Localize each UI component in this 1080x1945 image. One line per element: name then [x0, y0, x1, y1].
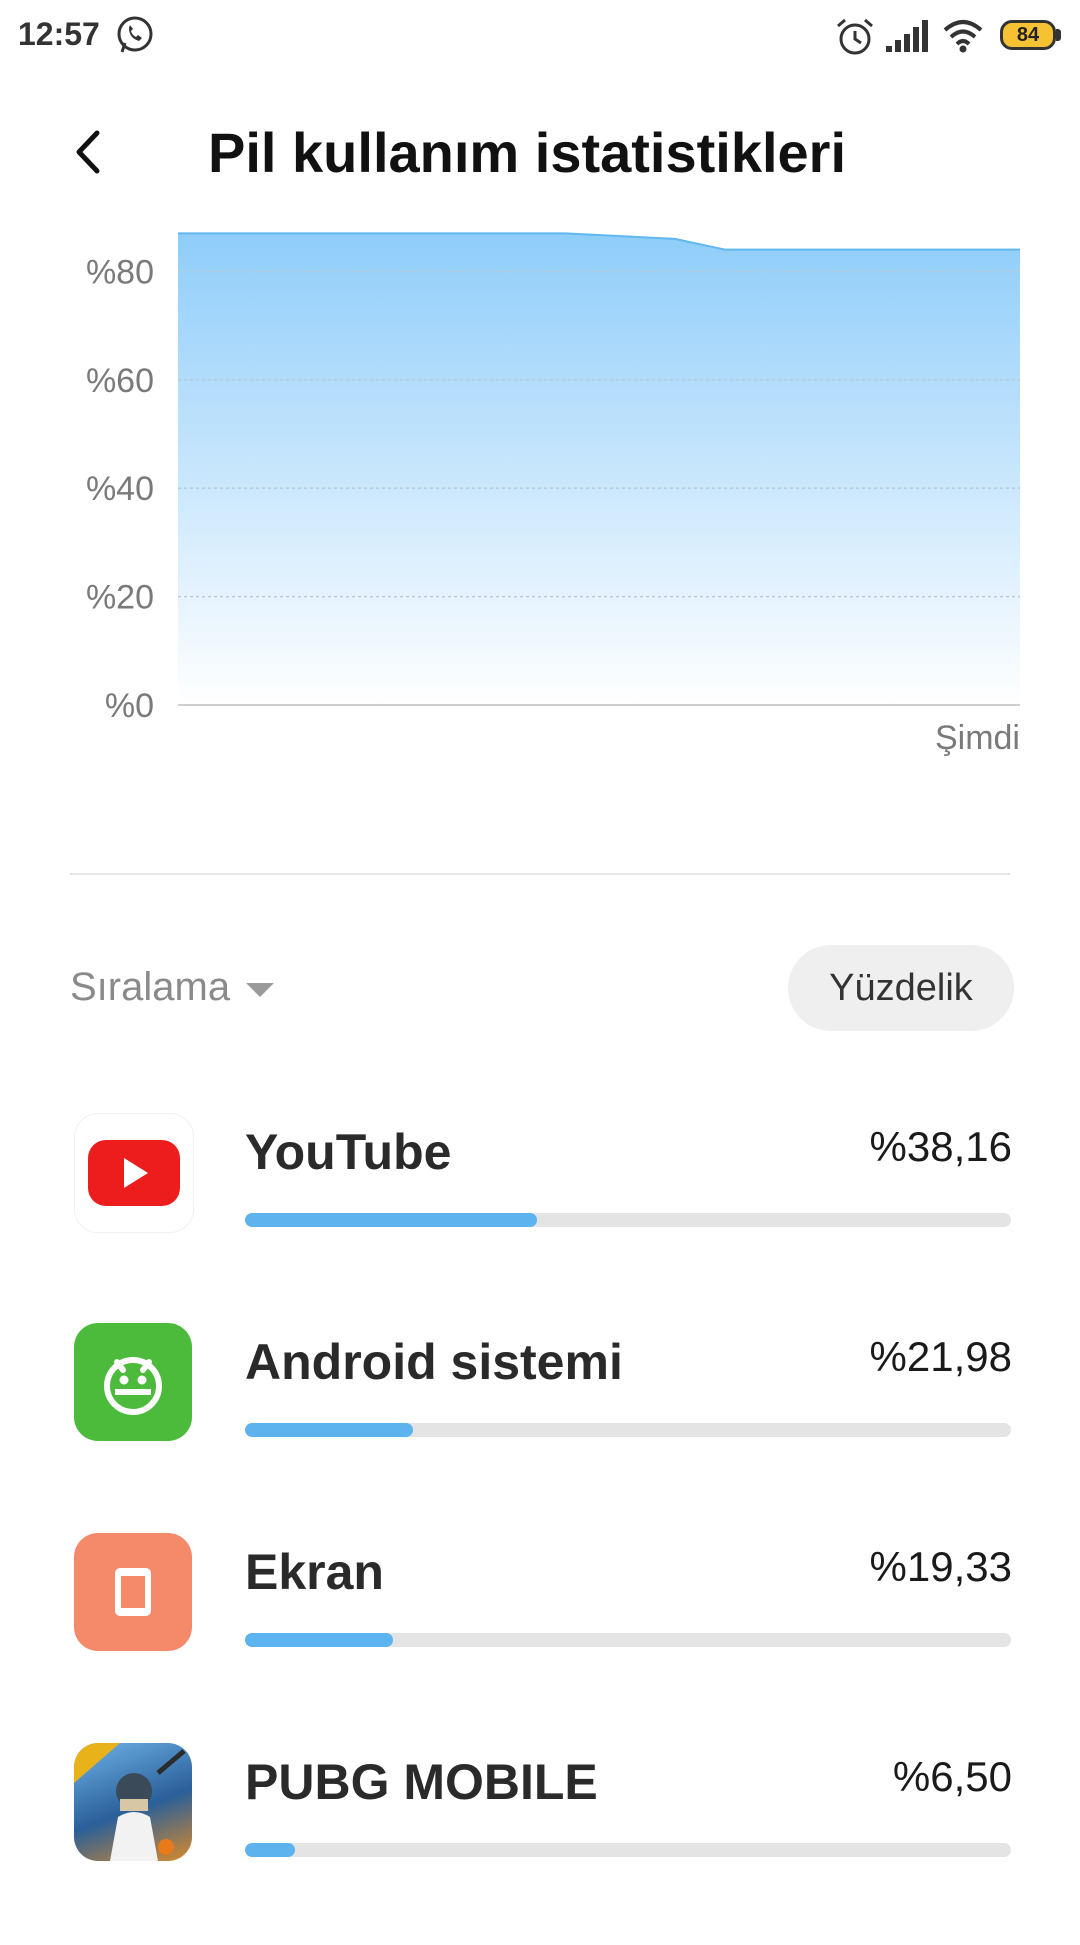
app-usage-list: YouTube %38,16 Android sistemi %21,98 Ek… — [0, 1105, 1080, 1945]
usage-bar-fill — [245, 1633, 394, 1647]
sort-row: Sıralama Yüzdelik — [0, 945, 1080, 1035]
app-percent: %6,50 — [892, 1753, 1012, 1800]
page-title: Pil kullanım istatistikleri — [208, 121, 847, 184]
usage-bar-fill — [245, 1213, 538, 1227]
alarm-icon — [837, 18, 873, 55]
y-tick-label: %60 — [86, 362, 154, 400]
x-end-label: Şimdi — [935, 719, 1020, 757]
caret-down-icon — [246, 982, 275, 997]
y-tick-label: %0 — [105, 687, 154, 725]
y-tick-label: %40 — [86, 470, 154, 508]
battery-chart-svg: %80 %60 %40 %20 %0 Şimdi — [86, 232, 1020, 757]
app-name: PUBG MOBILE — [245, 1754, 598, 1810]
back-button[interactable] — [58, 122, 118, 182]
screen-icon — [74, 1533, 192, 1651]
usage-bar-fill — [245, 1843, 295, 1857]
signal-icon — [886, 20, 928, 52]
divider — [70, 873, 1010, 875]
wifi-icon — [943, 20, 983, 53]
battery-level: 84 — [1000, 20, 1056, 50]
usage-bar-fill — [245, 1423, 414, 1437]
app-row-screen[interactable]: Ekran %19,33 — [0, 1525, 1080, 1735]
y-tick-label: %80 — [86, 253, 154, 291]
sort-label: Sıralama — [70, 965, 231, 1009]
whatsapp-icon — [117, 16, 153, 53]
percentage-mode-button[interactable]: Yüzdelik — [788, 945, 1014, 1031]
usage-bar — [245, 1423, 1011, 1437]
app-name: Ekran — [245, 1544, 384, 1600]
usage-bar — [245, 1633, 1011, 1647]
app-row-android-system[interactable]: Android sistemi %21,98 — [0, 1315, 1080, 1525]
pubg-icon — [74, 1743, 192, 1861]
sort-dropdown[interactable]: Sıralama — [70, 965, 275, 1010]
app-name: YouTube — [245, 1124, 452, 1180]
app-percent: %19,33 — [869, 1543, 1012, 1590]
battery-area — [178, 233, 1020, 705]
youtube-icon — [74, 1113, 194, 1233]
chevron-left-icon — [76, 130, 100, 174]
y-tick-label: %20 — [86, 579, 154, 617]
app-row-pubg-mobile[interactable]: PUBG MOBILE %6,50 — [0, 1735, 1080, 1945]
status-time: 12:57 — [18, 16, 100, 52]
battery-icon: 84 — [1000, 20, 1064, 52]
usage-bar — [245, 1213, 1011, 1227]
header: Pil kullanım istatistikleri — [0, 100, 1080, 210]
app-percent: %38,16 — [869, 1123, 1012, 1170]
usage-bar — [245, 1843, 1011, 1857]
battery-tip — [1056, 29, 1061, 41]
app-percent: %21,98 — [869, 1333, 1012, 1380]
app-name: Android sistemi — [245, 1334, 623, 1390]
android-icon — [74, 1323, 192, 1441]
battery-chart: %80 %60 %40 %20 %0 Şimdi — [60, 220, 1020, 780]
status-bar: 12:57 84 — [0, 0, 1080, 76]
app-row-youtube[interactable]: YouTube %38,16 — [0, 1105, 1080, 1315]
